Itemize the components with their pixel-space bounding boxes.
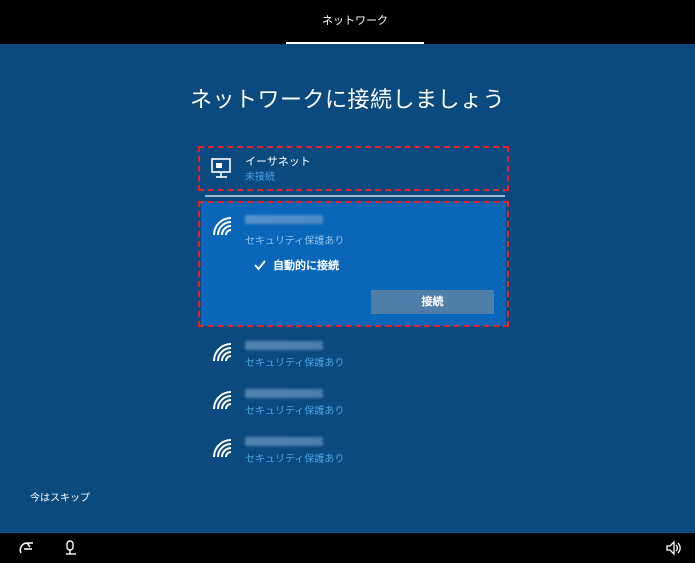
network-security: セキュリティ保護あり: [245, 454, 345, 465]
network-security: セキュリティ保護あり: [245, 358, 345, 369]
network-item[interactable]: セキュリティ保護あり: [201, 335, 506, 371]
network-security: セキュリティ保護あり: [245, 406, 345, 417]
top-bar: ネットワーク: [0, 0, 695, 44]
network-name-redacted: [245, 389, 323, 398]
highlight-ethernet: [198, 146, 509, 191]
wifi-icon: [213, 391, 232, 410]
network-item[interactable]: セキュリティ保護あり: [201, 383, 506, 419]
wifi-icon: [213, 343, 232, 362]
microphone-icon[interactable]: [62, 539, 80, 557]
tab-network[interactable]: ネットワーク: [286, 0, 424, 44]
network-item[interactable]: セキュリティ保護あり: [201, 431, 506, 467]
highlight-selected-network: [198, 201, 509, 327]
ease-of-access-icon[interactable]: [18, 539, 36, 557]
skip-button[interactable]: 今はスキップ: [30, 489, 90, 504]
page-title: ネットワークに接続しましょう: [189, 88, 505, 113]
bottom-bar: [0, 533, 695, 563]
network-name-redacted: [245, 341, 323, 350]
speaker-icon[interactable]: [665, 539, 683, 557]
network-name-redacted: [245, 437, 323, 446]
wifi-icon: [213, 439, 232, 458]
separator: [205, 195, 505, 197]
